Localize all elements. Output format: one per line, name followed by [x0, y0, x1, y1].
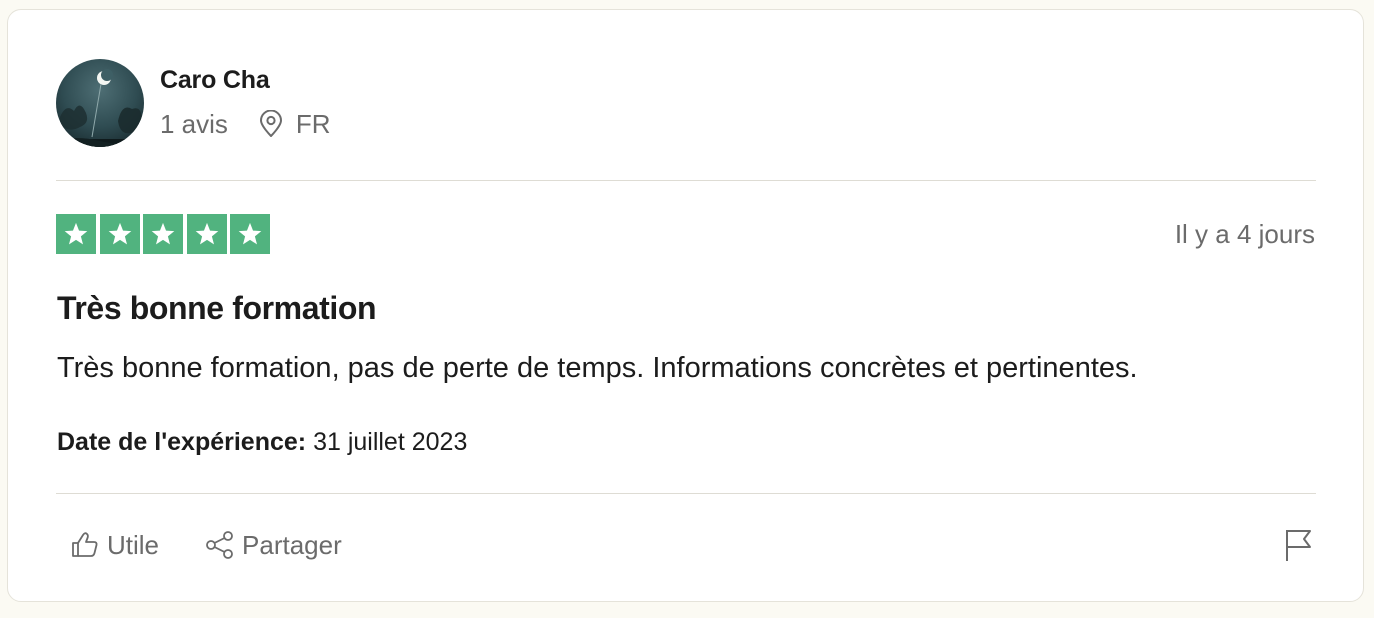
divider [56, 180, 1316, 181]
avatar[interactable] [56, 59, 144, 147]
reviewer-info: Caro Cha 1 avis FR [160, 65, 331, 139]
experience-date-value: 31 juillet 2023 [313, 428, 468, 456]
star-rating [56, 214, 274, 254]
reviewer-header: Caro Cha 1 avis FR [56, 59, 331, 147]
reviewer-name[interactable]: Caro Cha [160, 65, 331, 95]
reviewer-country: FR [295, 109, 331, 139]
review-count: 1 avis [160, 109, 228, 139]
review-card: Caro Cha 1 avis FR Il y a 4 jours Très b… [7, 9, 1364, 602]
useful-label: Utile [107, 530, 160, 560]
flag-icon[interactable] [1284, 527, 1314, 563]
reviewer-meta: 1 avis FR [160, 109, 331, 139]
review-date: Il y a 4 jours [1174, 219, 1315, 249]
experience-date-label: Date de l'expérience: [57, 428, 307, 456]
share-button[interactable]: Partager [205, 528, 342, 562]
share-label: Partager [242, 530, 342, 560]
star-icon [99, 214, 140, 254]
useful-button[interactable]: Utile [70, 528, 159, 562]
thumbs-up-icon [70, 530, 100, 560]
review-actions: Utile Partager [70, 528, 342, 562]
star-icon [186, 214, 227, 254]
divider [56, 493, 1316, 494]
share-icon [205, 530, 235, 560]
experience-date: Date de l'expérience: 31 juillet 2023 [57, 426, 467, 458]
star-icon [143, 214, 183, 254]
review-body: Très bonne formation, pas de perte de te… [57, 352, 1138, 384]
star-icon [230, 214, 270, 254]
review-title[interactable]: Très bonne formation [57, 288, 377, 328]
location-pin-icon [258, 109, 284, 138]
star-icon [56, 214, 96, 254]
